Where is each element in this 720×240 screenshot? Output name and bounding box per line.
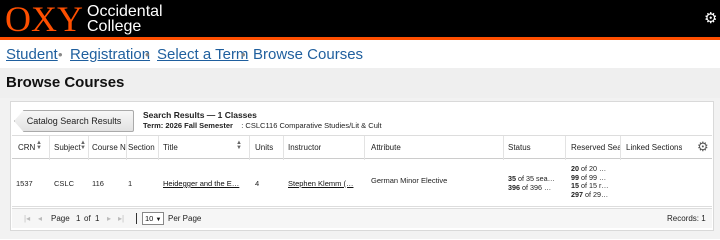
column-units[interactable]: Units bbox=[255, 143, 273, 152]
column-crn[interactable]: CRN bbox=[18, 143, 35, 152]
previous-page-icon[interactable]: ◂ bbox=[38, 214, 42, 223]
per-page-label: Per Page bbox=[168, 214, 202, 223]
column-status[interactable]: Status bbox=[508, 143, 531, 152]
table-row[interactable]: 1537 CSLC 116 1 Heidegger and the E… 4 S… bbox=[12, 160, 712, 207]
column-attribute[interactable]: Attribute bbox=[371, 143, 401, 152]
chevron-down-icon: ▼ bbox=[155, 217, 162, 223]
breadcrumb-separator: • bbox=[145, 47, 150, 62]
column-divider bbox=[620, 136, 621, 160]
logo-college-name: Occidental College bbox=[87, 3, 163, 35]
instructor-link[interactable]: Stephen Klemm (… bbox=[288, 179, 353, 188]
gear-icon[interactable]: ⚙ bbox=[704, 11, 718, 26]
column-settings-gear-icon[interactable]: ⚙ bbox=[697, 139, 709, 155]
column-divider bbox=[364, 136, 365, 160]
breadcrumb-select-term[interactable]: Select a Term bbox=[157, 46, 248, 63]
sort-icon[interactable]: ▲ ▼ bbox=[236, 140, 242, 151]
course-title-link[interactable]: Heidegger and the E… bbox=[163, 179, 239, 188]
logo-oxy-text: OXY bbox=[5, 0, 83, 39]
page-title: Browse Courses bbox=[6, 74, 125, 91]
cell-reserved-seats[interactable]: 20 of 20 … 99 of 99 … 15 of 15 r… 297 of… bbox=[571, 164, 609, 199]
column-section[interactable]: Section bbox=[128, 143, 162, 152]
sort-icon[interactable]: ▲ ▼ bbox=[36, 140, 42, 151]
page-title-bar: Browse Courses bbox=[0, 68, 720, 98]
page-number-input[interactable]: 1 bbox=[76, 214, 80, 223]
search-results-title: Search Results — 1 Classes bbox=[143, 110, 257, 120]
column-divider bbox=[88, 136, 89, 160]
breadcrumb: Student • Registration • Select a Term •… bbox=[0, 43, 720, 68]
header-bar: OXY Occidental College ⚙ bbox=[0, 0, 720, 40]
page-total: 1 bbox=[95, 214, 100, 223]
column-divider bbox=[126, 136, 127, 160]
column-subject[interactable]: Subject bbox=[54, 143, 81, 152]
breadcrumb-student[interactable]: Student bbox=[6, 46, 58, 63]
breadcrumb-current: Browse Courses bbox=[253, 46, 364, 63]
cell-attribute: German Minor Elective bbox=[371, 176, 448, 185]
column-divider bbox=[49, 136, 50, 160]
column-course-number[interactable]: Course N bbox=[92, 143, 126, 152]
column-divider bbox=[503, 136, 504, 160]
column-divider bbox=[283, 136, 284, 160]
breadcrumb-separator: • bbox=[241, 47, 246, 62]
page-of-label: of bbox=[84, 214, 91, 223]
cell-course-number: 116 bbox=[92, 179, 104, 188]
breadcrumb-separator: • bbox=[58, 47, 63, 62]
catalog-search-results-button[interactable]: Catalog Search Results bbox=[14, 110, 134, 132]
pagination-bar: |◂ ◂ Page 1 of 1 ▸ ▸| 10 ▼ Per Page Reco… bbox=[12, 208, 712, 228]
sort-icon[interactable]: ▲ ▼ bbox=[80, 140, 86, 151]
column-instructor[interactable]: Instructor bbox=[288, 143, 321, 152]
column-divider bbox=[565, 136, 566, 160]
cell-units: 4 bbox=[255, 179, 260, 188]
records-count: Records: 1 bbox=[667, 214, 706, 223]
breadcrumb-registration[interactable]: Registration bbox=[70, 46, 150, 63]
column-divider bbox=[249, 136, 250, 160]
column-linked-sections[interactable]: Linked Sections bbox=[626, 143, 682, 152]
search-results-term: Term: 2026 Fall Semester : CSLC116 Compa… bbox=[143, 121, 382, 130]
next-page-icon[interactable]: ▸ bbox=[107, 214, 111, 223]
pager-divider bbox=[136, 213, 137, 224]
page-label: Page bbox=[51, 214, 70, 223]
college-logo[interactable]: OXY Occidental College bbox=[5, 0, 163, 39]
column-divider bbox=[158, 136, 159, 160]
cell-crn: 1537 bbox=[16, 179, 33, 188]
reserved-seat-line: 297 of 29… bbox=[571, 189, 609, 199]
last-page-icon[interactable]: ▸| bbox=[118, 214, 124, 223]
column-title[interactable]: Title bbox=[163, 143, 178, 152]
status-waitlist-line: 396 of 396 … bbox=[508, 182, 552, 192]
column-reserved-seats[interactable]: Reserved Sea bbox=[571, 143, 621, 152]
first-page-icon[interactable]: |◂ bbox=[24, 214, 30, 223]
cell-status[interactable]: 35 of 35 sea… 396 of 396 … bbox=[508, 174, 555, 192]
table-header: CRN ▲ ▼ Subject ▲ ▼ Course N Section Title… bbox=[12, 135, 712, 160]
cell-subject: CSLC bbox=[54, 179, 75, 188]
per-page-select[interactable]: 10 ▼ bbox=[142, 212, 164, 225]
cell-section: 1 bbox=[128, 179, 133, 188]
